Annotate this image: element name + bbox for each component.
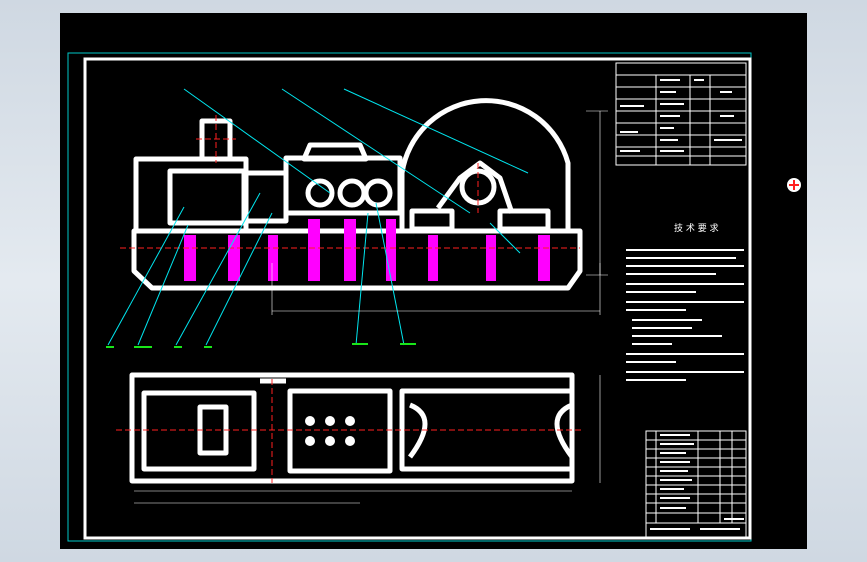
gearbox-top-cap [301, 142, 369, 162]
inner-border [83, 57, 752, 540]
top-view-bolts [305, 416, 355, 446]
guard-right [497, 208, 551, 232]
top-view [129, 372, 575, 484]
anchor-bolt [344, 219, 356, 281]
anchor-bolt [228, 235, 240, 281]
anchor-bolt [386, 219, 396, 281]
gear-2 [337, 178, 367, 208]
motor-fan-plan [197, 404, 229, 456]
coupling [243, 170, 289, 224]
tech-requirements-title: 技 术 要 求 [674, 222, 719, 234]
part-callout-marks [106, 343, 416, 348]
gearbox-plan [287, 388, 393, 474]
anchor-bolt [428, 235, 438, 281]
drum-curves [407, 402, 575, 459]
front-view [131, 98, 583, 291]
gear-3 [363, 178, 393, 208]
guard-left [409, 208, 455, 232]
drawing-sheet: 技 术 要 求 [67, 52, 752, 542]
anchor-bolt [538, 235, 550, 281]
tech-requirements-body [626, 249, 744, 381]
title-block-text [650, 434, 744, 530]
ucs-marker-icon [787, 178, 801, 192]
parameter-table [615, 62, 747, 166]
anchor-bolt [268, 235, 278, 281]
base-frame [131, 228, 583, 291]
anchor-bolt [184, 235, 196, 281]
anchor-bolt [308, 219, 320, 281]
motor-end [167, 168, 247, 226]
anchor-bolt [486, 235, 496, 281]
gear-1 [305, 178, 335, 208]
title-block [645, 430, 747, 538]
cad-viewport[interactable]: 技 术 要 求 [60, 13, 807, 549]
parameter-table-text [620, 79, 742, 152]
